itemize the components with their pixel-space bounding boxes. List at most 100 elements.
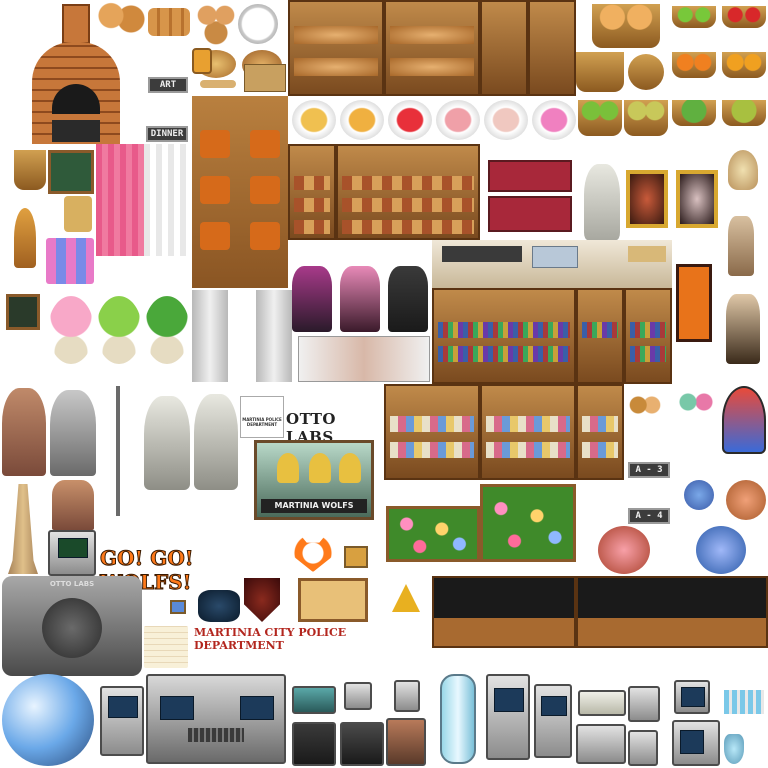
jewel-display-case xyxy=(488,196,572,232)
warning-sign-icon xyxy=(392,584,420,612)
fruit-basket-icon xyxy=(592,4,660,48)
desktop-computer-icon[interactable] xyxy=(578,690,626,716)
flower-vase-icon xyxy=(684,480,714,510)
peel-shovel-icon xyxy=(14,208,36,268)
mannequin-icon xyxy=(726,294,760,364)
sign-art: ART xyxy=(148,77,188,93)
fruit-basket-icon xyxy=(576,52,624,92)
wanted-board xyxy=(298,578,368,622)
trophy-icon xyxy=(277,453,299,483)
keypad-panel[interactable] xyxy=(394,680,420,712)
tombstone-icon xyxy=(2,388,46,476)
glass-tube-icon xyxy=(440,674,476,764)
flower-basket-icon xyxy=(726,480,766,520)
flower-shelf xyxy=(480,484,576,562)
pink-tablecloth xyxy=(96,144,144,256)
toy-shelf xyxy=(384,384,480,480)
computer-terminal-icon[interactable] xyxy=(628,686,660,722)
martinia-wolfs-label: MARTINIA WOLFS xyxy=(261,499,367,513)
wolf-mascot-icon xyxy=(292,530,334,572)
clothes-display-icon xyxy=(340,266,380,332)
play-button-icon[interactable] xyxy=(344,546,368,568)
trophy-icon xyxy=(309,453,331,483)
cutting-board-icon xyxy=(244,64,286,92)
fruit-basket-icon xyxy=(722,6,766,28)
computer-tower[interactable] xyxy=(576,724,626,764)
bookshelf xyxy=(576,288,624,384)
sign-room-a3: A - 3 xyxy=(628,462,670,478)
jar-icon xyxy=(192,48,212,74)
fruit-basket-icon xyxy=(722,100,766,126)
jukebox-icon xyxy=(722,386,766,454)
white-tablecloth xyxy=(144,144,192,256)
lab-control-console[interactable] xyxy=(146,674,286,764)
kitchen-counter xyxy=(432,240,672,288)
lamp-post xyxy=(116,386,120,516)
pillar xyxy=(192,290,228,382)
fruit-basket-icon xyxy=(628,54,664,90)
toy-shelf xyxy=(576,384,624,480)
jewel-display-case xyxy=(488,160,572,192)
fruit-basket-icon xyxy=(624,100,668,136)
skeleton-icon xyxy=(584,164,620,240)
test-tubes-icon xyxy=(724,690,764,714)
trophy-icon xyxy=(339,453,361,483)
police-badge-text: MARTINIA POLICE DEPARTMENT xyxy=(242,417,282,427)
cupcake-icon xyxy=(532,100,576,140)
mannequin-icon xyxy=(728,216,754,276)
poster-icon xyxy=(298,336,430,382)
martinia-city-police-title: MARTINIA CITY POLICE DEPARTMENT xyxy=(194,626,347,652)
obelisk-icon xyxy=(8,484,38,574)
fruit-basket-icon xyxy=(578,100,622,136)
computer-terminal-icon[interactable] xyxy=(48,530,96,576)
portrait-icon xyxy=(626,170,668,228)
toy-shelf xyxy=(480,384,576,480)
snack-boxes-icon xyxy=(46,238,94,284)
fruit-basket-icon xyxy=(672,100,716,126)
robot-machine[interactable] xyxy=(386,718,426,766)
oscilloscope-machine[interactable] xyxy=(340,722,384,766)
wall-switch-panel[interactable] xyxy=(344,682,372,710)
bookshelf xyxy=(624,288,672,384)
banner-flag xyxy=(676,264,712,342)
otto-labs-gate-sign: OTTO LABS xyxy=(49,580,95,588)
pillar xyxy=(256,290,292,382)
wooden-chair-panel xyxy=(192,96,288,288)
generator-machine[interactable] xyxy=(292,722,336,766)
flower-basket-icon xyxy=(598,526,650,574)
hat-stand-icon xyxy=(728,150,758,190)
trophy-case: MARTINIA WOLFS xyxy=(254,440,374,520)
photo-frame-icon xyxy=(170,600,186,614)
bread-shelf xyxy=(384,0,480,96)
dog-emblem-icon xyxy=(198,590,240,622)
doll-icon xyxy=(676,386,716,426)
flower-shelf xyxy=(386,506,480,562)
glass-sphere-machine xyxy=(2,674,94,766)
flower-basket-icon xyxy=(696,526,746,574)
pie-icon xyxy=(340,100,384,140)
flask-icon xyxy=(724,734,744,764)
computer-terminal-icon[interactable] xyxy=(486,674,530,760)
pie-icon xyxy=(388,100,432,140)
black-counter xyxy=(576,576,768,648)
chalkboard-sign xyxy=(6,294,40,330)
rolling-pin-icon xyxy=(200,80,236,88)
clothes-display-icon xyxy=(388,266,428,332)
computer-tower[interactable] xyxy=(628,730,658,766)
cake-icon xyxy=(484,100,528,140)
tombstone-icon xyxy=(50,390,96,476)
jar-shelf xyxy=(528,0,576,96)
cake-display-case xyxy=(336,144,480,240)
crt-monitor-icon[interactable] xyxy=(674,680,710,714)
police-shield-icon xyxy=(244,578,280,622)
microwave-machine[interactable] xyxy=(672,720,720,766)
computer-terminal-icon[interactable] xyxy=(534,684,572,758)
clothes-display-icon xyxy=(292,266,332,332)
atom-emblem-icon xyxy=(42,598,102,658)
control-panel[interactable] xyxy=(292,686,336,714)
teddy-bear-icon xyxy=(628,390,662,420)
atom-emblem-gate: OTTO LABS xyxy=(2,576,142,676)
scale-icon xyxy=(64,196,92,232)
computer-terminal-icon[interactable] xyxy=(100,686,144,756)
bread-loaf-icon xyxy=(238,4,278,44)
